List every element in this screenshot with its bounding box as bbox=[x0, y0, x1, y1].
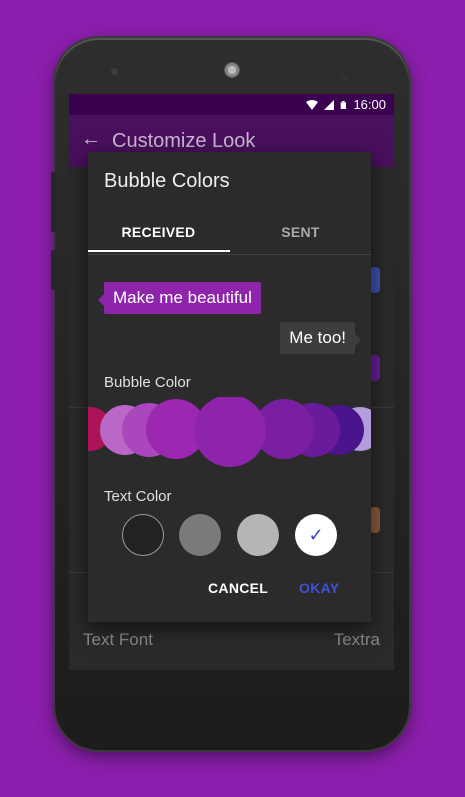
status-bar: 16:00 bbox=[69, 94, 394, 115]
cancel-button[interactable]: CANCEL bbox=[208, 580, 268, 596]
color-option-selected[interactable] bbox=[194, 397, 266, 467]
front-camera bbox=[111, 68, 118, 75]
bubble-colors-dialog: Bubble Colors RECEIVED SENT Make me beau… bbox=[88, 152, 371, 622]
tab-sent[interactable]: SENT bbox=[230, 214, 371, 252]
earpiece-speaker bbox=[224, 62, 240, 78]
text-font-label[interactable]: Text Font bbox=[83, 630, 153, 650]
received-message-preview: Make me beautiful bbox=[98, 282, 261, 314]
dialog-title: Bubble Colors bbox=[104, 170, 230, 192]
color-swatch bbox=[370, 355, 380, 381]
okay-button[interactable]: OKAY bbox=[299, 580, 339, 596]
battery-icon bbox=[341, 100, 347, 109]
color-swatch bbox=[370, 267, 380, 293]
bubble-color-label: Bubble Color bbox=[104, 374, 191, 391]
cell-signal-icon bbox=[324, 99, 335, 110]
text-color-option[interactable] bbox=[179, 514, 221, 556]
text-color-option-selected[interactable]: ✓ bbox=[295, 514, 337, 556]
status-time: 16:00 bbox=[353, 97, 386, 112]
arrow-back-icon[interactable]: ← bbox=[81, 128, 101, 151]
tab-received[interactable]: RECEIVED bbox=[88, 214, 229, 252]
sent-message-preview: Me too! bbox=[280, 322, 361, 354]
tab-bar: RECEIVED SENT bbox=[88, 214, 371, 255]
volume-button bbox=[51, 172, 56, 232]
wifi-icon bbox=[306, 99, 319, 110]
power-button bbox=[51, 250, 56, 290]
text-color-option[interactable] bbox=[122, 514, 164, 556]
sensors bbox=[342, 68, 356, 99]
checkmark-icon: ✓ bbox=[308, 525, 324, 545]
text-font-value[interactable]: Textra bbox=[334, 630, 380, 650]
tab-indicator bbox=[88, 250, 230, 252]
color-swatch bbox=[370, 507, 380, 533]
text-color-label: Text Color bbox=[104, 488, 172, 505]
app-bar-title: Customize Look bbox=[112, 130, 256, 152]
text-color-option[interactable] bbox=[237, 514, 279, 556]
bubble-color-picker bbox=[88, 397, 371, 467]
